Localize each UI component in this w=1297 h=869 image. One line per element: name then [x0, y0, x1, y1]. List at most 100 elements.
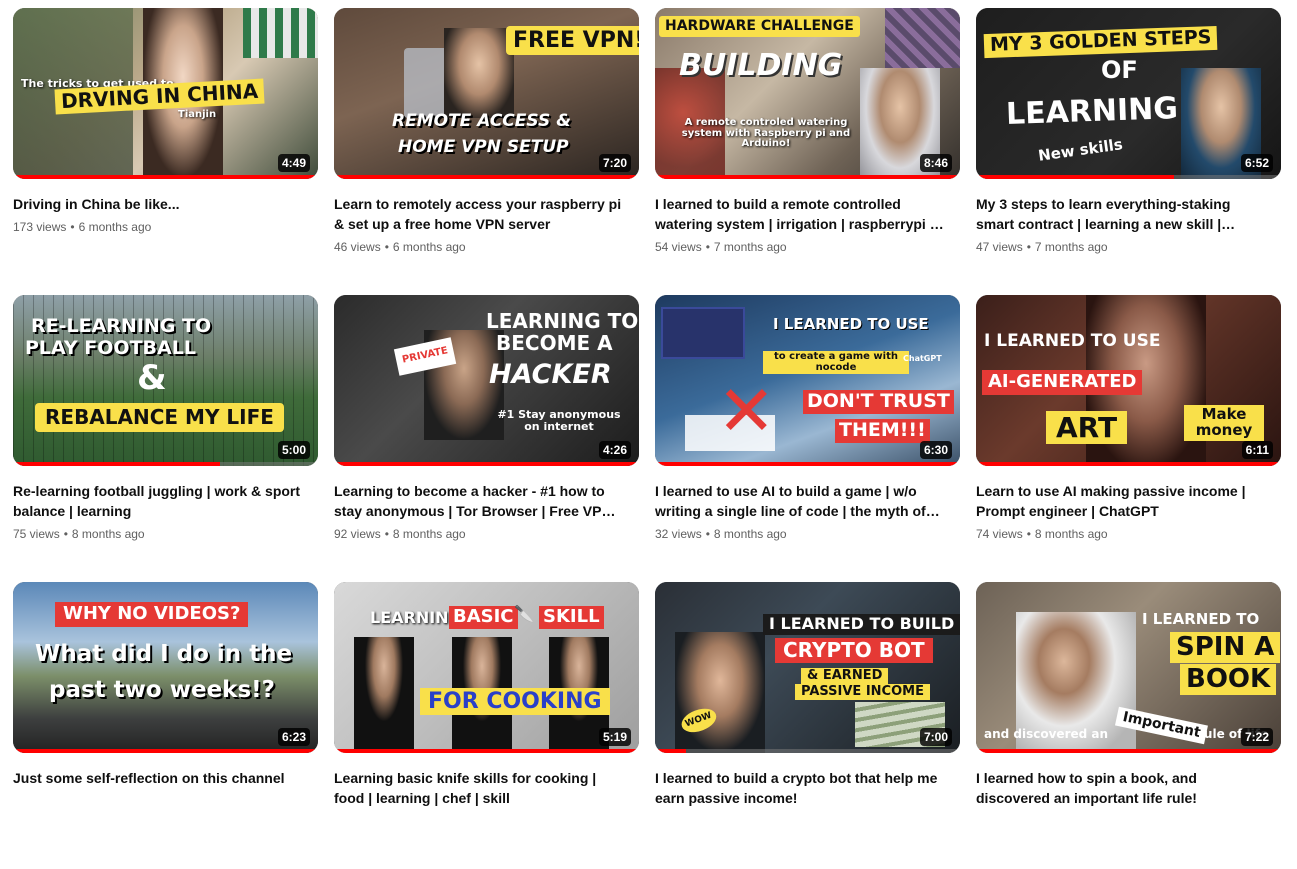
view-count: 92 views: [334, 527, 381, 541]
video-card[interactable]: LEARNING BASIC 🔪 SKILL FOR COOKING 5:19 …: [334, 582, 639, 869]
video-duration: 5:19: [598, 728, 631, 746]
video-card[interactable]: RE-LEARNING TO PLAY FOOTBALL & REBALANCE…: [13, 295, 318, 582]
video-title[interactable]: Learning basic knife skills for cooking …: [334, 768, 624, 808]
video-card[interactable]: MY 3 GOLDEN STEPS OF LEARNING New skills…: [976, 8, 1281, 295]
video-thumbnail[interactable]: I LEARNED TO USE AI-GENERATED ART Make m…: [976, 295, 1281, 466]
video-card[interactable]: WHY NO VIDEOS? What did I do in the past…: [13, 582, 318, 869]
video-thumbnail[interactable]: I LEARNED TO USE to create a game with n…: [655, 295, 960, 466]
video-title[interactable]: Re-learning football juggling | work & s…: [13, 481, 303, 521]
video-meta: 74 views • 8 months ago: [976, 525, 1281, 543]
video-card[interactable]: FREE VPN! REMOTE ACCESS & HOME VPN SETUP…: [334, 8, 639, 295]
view-count: 74 views: [976, 527, 1023, 541]
watch-progress-fill: [13, 749, 318, 753]
video-title[interactable]: Learn to remotely access your raspberry …: [334, 194, 624, 234]
meta-separator: •: [705, 240, 710, 254]
video-thumbnail[interactable]: LEARNING BASIC 🔪 SKILL FOR COOKING 5:19: [334, 582, 639, 753]
video-grid: The tricks to get used to DRVING IN CHIN…: [13, 8, 1281, 869]
watch-progress-bar: [334, 175, 639, 179]
video-duration: 8:46: [919, 154, 952, 172]
watch-progress-fill: [655, 462, 960, 466]
watch-progress-bar: [976, 749, 1281, 753]
watch-progress-fill: [334, 749, 639, 753]
video-thumbnail[interactable]: The tricks to get used to DRVING IN CHIN…: [13, 8, 318, 179]
video-title[interactable]: Just some self-reflection on this channe…: [13, 768, 303, 788]
upload-age: 6 months ago: [78, 220, 152, 234]
watch-progress-bar: [13, 749, 318, 753]
watch-progress-bar: [655, 462, 960, 466]
video-title[interactable]: Learning to become a hacker - #1 how to …: [334, 481, 624, 521]
upload-age: 6 months ago: [392, 240, 466, 254]
upload-age: 8 months ago: [392, 527, 466, 541]
video-thumbnail[interactable]: HARDWARE CHALLENGE BUILDING A remote con…: [655, 8, 960, 179]
meta-separator: •: [1026, 527, 1031, 541]
meta-separator: •: [70, 220, 75, 234]
video-card[interactable]: The tricks to get used to DRVING IN CHIN…: [13, 8, 318, 295]
watch-progress-bar: [655, 749, 960, 753]
video-thumbnail[interactable]: PRIVATE LEARNING TO BECOME A HACKER #1 S…: [334, 295, 639, 466]
view-count: 47 views: [976, 240, 1023, 254]
video-thumbnail[interactable]: MY 3 GOLDEN STEPS OF LEARNING New skills…: [976, 8, 1281, 179]
meta-separator: •: [384, 240, 389, 254]
video-thumbnail[interactable]: FREE VPN! REMOTE ACCESS & HOME VPN SETUP…: [334, 8, 639, 179]
watch-progress-fill: [334, 462, 639, 466]
watch-progress-fill: [976, 175, 1175, 179]
video-title[interactable]: I learned to build a remote controlled w…: [655, 194, 945, 234]
video-thumbnail[interactable]: WHY NO VIDEOS? What did I do in the past…: [13, 582, 318, 753]
video-thumbnail[interactable]: I LEARNED TO SPIN A BOOK and discovered …: [976, 582, 1281, 753]
watch-progress-fill: [976, 462, 1281, 466]
view-count: 46 views: [334, 240, 381, 254]
upload-age: 7 months ago: [713, 240, 787, 254]
upload-age: 7 months ago: [1034, 240, 1108, 254]
watch-progress-bar: [13, 175, 318, 179]
video-meta: 92 views • 8 months ago: [334, 525, 639, 543]
meta-separator: •: [705, 527, 710, 541]
watch-progress-fill: [13, 462, 221, 466]
video-card[interactable]: PRIVATE LEARNING TO BECOME A HACKER #1 S…: [334, 295, 639, 582]
video-duration: 7:20: [598, 154, 631, 172]
video-duration: 4:26: [598, 441, 631, 459]
upload-age: 8 months ago: [1034, 527, 1108, 541]
watch-progress-bar: [334, 749, 639, 753]
video-title[interactable]: Driving in China be like...: [13, 194, 303, 214]
video-duration: 7:00: [919, 728, 952, 746]
meta-separator: •: [1026, 240, 1031, 254]
video-meta: 46 views • 6 months ago: [334, 238, 639, 256]
watch-progress-bar: [13, 462, 318, 466]
video-card[interactable]: I LEARNED TO USE to create a game with n…: [655, 295, 960, 582]
video-card[interactable]: I LEARNED TO SPIN A BOOK and discovered …: [976, 582, 1281, 869]
video-title[interactable]: I learned to use AI to build a game | w/…: [655, 481, 945, 521]
video-card[interactable]: I LEARNED TO USE AI-GENERATED ART Make m…: [976, 295, 1281, 582]
video-duration: 6:11: [1241, 441, 1273, 459]
watch-progress-bar: [334, 462, 639, 466]
meta-separator: •: [384, 527, 389, 541]
meta-separator: •: [63, 527, 68, 541]
watch-progress-fill: [334, 175, 639, 179]
view-count: 54 views: [655, 240, 702, 254]
video-thumbnail[interactable]: I LEARNED TO BUILD CRYPTO BOT & EARNED P…: [655, 582, 960, 753]
video-thumbnail[interactable]: RE-LEARNING TO PLAY FOOTBALL & REBALANCE…: [13, 295, 318, 466]
watch-progress-fill: [655, 175, 960, 179]
upload-age: 8 months ago: [71, 527, 145, 541]
watch-progress-fill: [655, 749, 686, 753]
watch-progress-fill: [13, 175, 318, 179]
watch-progress-fill: [976, 749, 1281, 753]
video-title[interactable]: My 3 steps to learn everything-staking s…: [976, 194, 1266, 234]
video-duration: 7:22: [1240, 728, 1273, 746]
video-meta: 54 views • 7 months ago: [655, 238, 960, 256]
view-count: 75 views: [13, 527, 60, 541]
video-card[interactable]: HARDWARE CHALLENGE BUILDING A remote con…: [655, 8, 960, 295]
video-duration: 5:00: [277, 441, 310, 459]
video-card[interactable]: I LEARNED TO BUILD CRYPTO BOT & EARNED P…: [655, 582, 960, 869]
video-title[interactable]: I learned how to spin a book, and discov…: [976, 768, 1266, 808]
video-meta: 173 views • 6 months ago: [13, 218, 318, 236]
video-duration: 6:52: [1240, 154, 1273, 172]
video-duration: 6:23: [277, 728, 310, 746]
video-meta: 47 views • 7 months ago: [976, 238, 1281, 256]
video-meta: 75 views • 8 months ago: [13, 525, 318, 543]
watch-progress-bar: [655, 175, 960, 179]
upload-age: 8 months ago: [713, 527, 787, 541]
video-title[interactable]: I learned to build a crypto bot that hel…: [655, 768, 945, 808]
video-title[interactable]: Learn to use AI making passive income | …: [976, 481, 1266, 521]
view-count: 173 views: [13, 220, 67, 234]
video-meta: 32 views • 8 months ago: [655, 525, 960, 543]
